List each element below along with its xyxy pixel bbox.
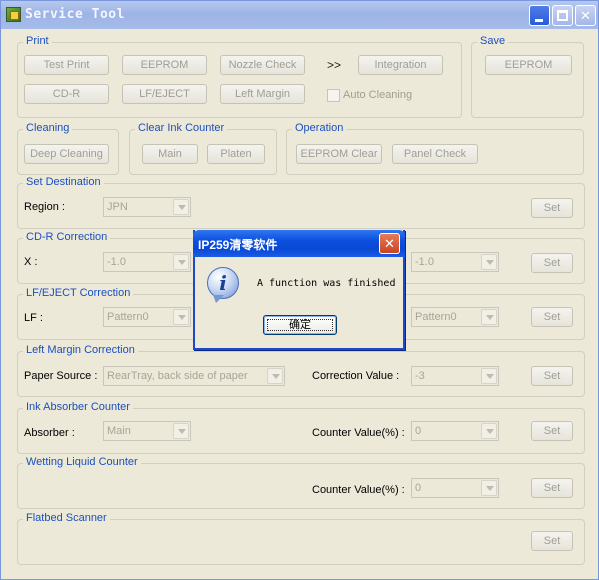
flatbed-scanner-group: Flatbed Scanner	[17, 512, 585, 565]
cdr-y-select[interactable]: -1.0	[411, 252, 499, 272]
window-title: Service Tool	[25, 7, 125, 22]
app-icon	[6, 7, 21, 22]
cdr-set-button[interactable]: Set	[531, 253, 573, 273]
absorber-counter-label: Counter Value(%) :	[312, 427, 405, 439]
flatbed-scanner-legend: Flatbed Scanner	[23, 512, 110, 524]
set-destination-legend: Set Destination	[23, 176, 104, 188]
chevron-down-icon	[481, 480, 497, 496]
chevron-down-icon	[481, 254, 497, 270]
cleaning-legend: Cleaning	[23, 122, 73, 134]
ink-absorber-counter-legend: Ink Absorber Counter	[23, 401, 133, 413]
chevron-down-icon	[173, 254, 189, 270]
operation-legend: Operation	[292, 122, 347, 134]
eject-value: Pattern0	[415, 311, 457, 323]
cdr-correction-legend: CD-R Correction	[23, 231, 111, 243]
wetting-counter-select[interactable]: 0	[411, 478, 499, 498]
print-group: Print	[17, 35, 462, 118]
clear-platen-button[interactable]: Platen	[207, 144, 265, 164]
dialog-title: IP259清零软件	[198, 238, 278, 252]
dialog-close-button[interactable]: ✕	[379, 233, 400, 254]
save-eeprom-button[interactable]: EEPROM	[485, 55, 572, 75]
auto-cleaning-label: Auto Cleaning	[343, 89, 413, 101]
save-legend: Save	[477, 35, 509, 47]
service-tool-window: Service Tool ✕ Print Test Print EEPROM N…	[0, 0, 599, 580]
message-dialog: IP259清零软件 ✕ i A function was finished 确定	[193, 230, 405, 350]
chevron-down-icon	[481, 423, 497, 439]
left-margin-set-button[interactable]: Set	[531, 366, 573, 386]
absorber-counter-value: 0	[415, 425, 422, 437]
absorber-label: Absorber :	[24, 427, 75, 439]
wetting-counter-value: 0	[415, 482, 422, 494]
title-bar[interactable]: Service Tool ✕	[1, 1, 598, 29]
panel-check-button[interactable]: Panel Check	[392, 144, 478, 164]
test-print-button[interactable]: Test Print	[24, 55, 109, 75]
absorber-value: Main	[107, 425, 131, 437]
minimize-icon	[535, 19, 543, 22]
chevron-down-icon	[173, 423, 189, 439]
correction-value-label: Correction Value :	[312, 370, 400, 382]
correction-value: -3	[415, 370, 425, 382]
paper-source-select[interactable]: RearTray, back side of paper	[103, 366, 285, 386]
wetting-liquid-counter-group: Wetting Liquid Counter	[17, 456, 585, 509]
region-select-value: JPN	[107, 201, 128, 213]
cdr-x-select[interactable]: -1.0	[103, 252, 191, 272]
left-margin-print-button[interactable]: Left Margin	[220, 84, 305, 104]
auto-cleaning-checkbox[interactable]	[327, 89, 340, 102]
correction-value-select[interactable]: -3	[411, 366, 499, 386]
cdr-y-value: -1.0	[415, 256, 434, 268]
wetting-set-button[interactable]: Set	[531, 478, 573, 498]
minimize-button[interactable]	[529, 5, 550, 26]
cdr-x-label: X :	[24, 256, 38, 268]
region-select[interactable]: JPN	[103, 197, 191, 217]
set-destination-button[interactable]: Set	[531, 198, 573, 218]
deep-cleaning-button[interactable]: Deep Cleaning	[24, 144, 109, 164]
dialog-message: A function was finished	[257, 278, 396, 289]
chevron-down-icon	[173, 309, 189, 325]
eeprom-clear-button[interactable]: EEPROM Clear	[296, 144, 382, 164]
chevron-down-icon	[481, 368, 497, 384]
region-label: Region :	[24, 201, 65, 213]
lf-eject-set-button[interactable]: Set	[531, 307, 573, 327]
wetting-counter-label: Counter Value(%) :	[312, 484, 405, 496]
clear-main-button[interactable]: Main	[142, 144, 198, 164]
close-button[interactable]: ✕	[575, 5, 596, 26]
close-icon: ✕	[384, 236, 395, 251]
eject-select[interactable]: Pattern0	[411, 307, 499, 327]
chevron-down-icon	[267, 368, 283, 384]
ok-button[interactable]: 确定	[263, 315, 337, 335]
print-eeprom-button[interactable]: EEPROM	[122, 55, 207, 75]
absorber-set-button[interactable]: Set	[531, 421, 573, 441]
info-icon: i	[207, 267, 239, 303]
lf-select[interactable]: Pattern0	[103, 307, 191, 327]
maximize-icon	[557, 10, 568, 21]
left-margin-correction-legend: Left Margin Correction	[23, 344, 138, 356]
lf-eject-print-button[interactable]: LF/EJECT	[122, 84, 207, 104]
chevron-down-icon	[481, 309, 497, 325]
absorber-select[interactable]: Main	[103, 421, 191, 441]
integration-button[interactable]: Integration	[358, 55, 443, 75]
focus-rect	[267, 319, 333, 331]
wetting-liquid-counter-legend: Wetting Liquid Counter	[23, 456, 141, 468]
flatbed-set-button[interactable]: Set	[531, 531, 573, 551]
paper-source-label: Paper Source :	[24, 370, 98, 382]
absorber-counter-select[interactable]: 0	[411, 421, 499, 441]
lf-value: Pattern0	[107, 311, 149, 323]
paper-source-value: RearTray, back side of paper	[107, 370, 248, 382]
cdr-x-value: -1.0	[107, 256, 126, 268]
more-chevron-icon: >>	[327, 58, 342, 72]
dialog-title-bar[interactable]: IP259清零软件 ✕	[193, 230, 405, 257]
close-icon: ✕	[580, 8, 591, 23]
chevron-down-icon	[173, 199, 189, 215]
lf-eject-correction-legend: LF/EJECT Correction	[23, 287, 134, 299]
save-group: Save	[471, 35, 584, 118]
clear-ink-counter-legend: Clear Ink Counter	[135, 122, 228, 134]
cdr-print-button[interactable]: CD-R	[24, 84, 109, 104]
print-legend: Print	[23, 35, 52, 47]
lf-label: LF :	[24, 312, 43, 324]
nozzle-check-button[interactable]: Nozzle Check	[220, 55, 305, 75]
maximize-button[interactable]	[552, 5, 573, 26]
